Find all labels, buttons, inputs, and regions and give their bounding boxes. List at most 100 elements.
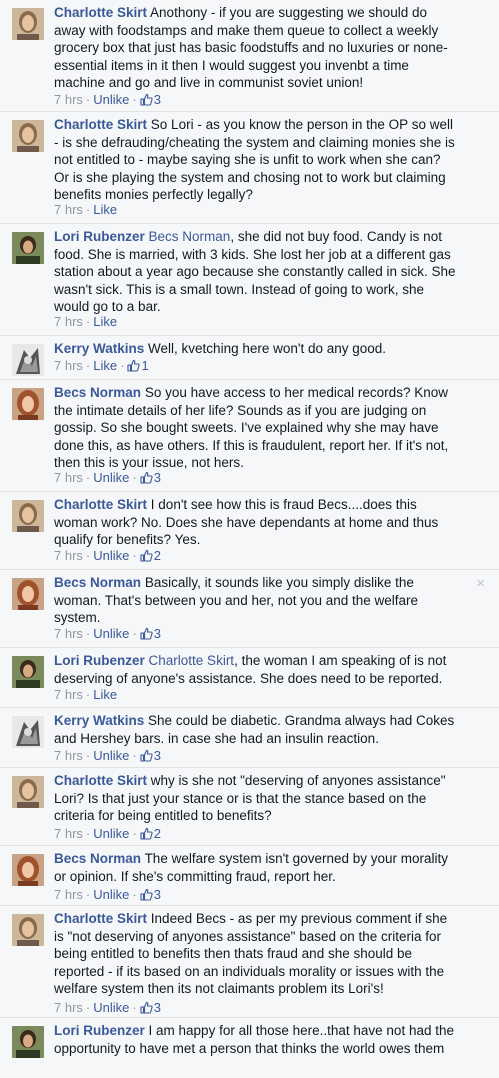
- like-count[interactable]: 3: [140, 748, 161, 763]
- separator-dot: ·: [132, 548, 137, 563]
- comment-item: Becs Norman So you have access to her me…: [0, 380, 499, 492]
- avatar[interactable]: [12, 500, 44, 532]
- timestamp[interactable]: 7 hrs: [54, 887, 83, 902]
- comment-meta: 7 hrs · Like: [54, 687, 117, 703]
- avatar[interactable]: [12, 656, 44, 688]
- avatar[interactable]: [12, 1026, 44, 1058]
- timestamp[interactable]: 7 hrs: [54, 92, 83, 107]
- comment-meta: 7 hrs · Unlike · 3: [54, 1000, 161, 1016]
- timestamp[interactable]: 7 hrs: [54, 1000, 83, 1015]
- timestamp[interactable]: 7 hrs: [54, 687, 83, 702]
- comment-text-line: or opinion. If she's committing fraud, r…: [54, 868, 336, 884]
- comment-author-link[interactable]: Becs Norman: [54, 851, 141, 866]
- comment-author-link[interactable]: Becs Norman: [54, 575, 141, 590]
- comment-text-line: system.: [54, 610, 101, 626]
- avatar[interactable]: [12, 344, 44, 376]
- comment-author-link[interactable]: Becs Norman: [54, 385, 141, 400]
- timestamp[interactable]: 7 hrs: [54, 358, 83, 373]
- timestamp[interactable]: 7 hrs: [54, 202, 83, 217]
- like-link[interactable]: Like: [93, 202, 117, 217]
- comment-author-link[interactable]: Charlotte Skirt: [54, 911, 147, 926]
- comment-text-line: machine and go and live in communist sov…: [54, 75, 364, 91]
- comment-item: Charlotte Skirt I don't see how this is …: [0, 492, 499, 570]
- timestamp[interactable]: 7 hrs: [54, 548, 83, 563]
- comment-body: Kerry Watkins She could be diabetic. Gra…: [54, 712, 483, 747]
- like-count[interactable]: 3: [140, 470, 161, 485]
- avatar[interactable]: [12, 120, 44, 152]
- like-count[interactable]: 2: [140, 548, 161, 563]
- thumbs-up-icon: [140, 888, 153, 901]
- avatar[interactable]: [12, 232, 44, 264]
- timestamp[interactable]: 7 hrs: [54, 470, 83, 485]
- comment-author-link[interactable]: Kerry Watkins: [54, 713, 144, 728]
- unlike-link[interactable]: Unlike: [93, 887, 129, 902]
- unlike-link[interactable]: Unlike: [93, 626, 129, 641]
- unlike-link[interactable]: Unlike: [93, 470, 129, 485]
- unlike-link[interactable]: Unlike: [93, 826, 129, 841]
- comment-text-line: So you have access to her medical record…: [144, 385, 448, 400]
- separator-dot: ·: [85, 548, 91, 563]
- comment-body: Lori Rubenzer Becs Norman, she did not b…: [54, 228, 483, 316]
- separator-dot: ·: [85, 626, 91, 641]
- unlike-link[interactable]: Unlike: [93, 748, 129, 763]
- comment-body: Becs Norman The welfare system isn't gov…: [54, 850, 483, 885]
- comment-text-line: So Lori - as you know the person in the …: [150, 117, 453, 132]
- separator-dot: ·: [85, 687, 91, 702]
- comment-body: Lori Rubenzer I am happy for all those h…: [54, 1022, 483, 1057]
- comment-text-line: qualify for benefits? Yes.: [54, 532, 201, 548]
- comment-item: Charlotte Skirt So Lori - as you know th…: [0, 112, 499, 224]
- timestamp[interactable]: 7 hrs: [54, 314, 83, 329]
- like-count[interactable]: 3: [140, 92, 161, 107]
- thumbs-up-icon: [127, 359, 141, 372]
- avatar[interactable]: [12, 8, 44, 40]
- avatar[interactable]: [12, 388, 44, 420]
- comment-text-line: grocery box that just has basic foodstuf…: [54, 40, 448, 56]
- comment-author-link[interactable]: Lori Rubenzer: [54, 653, 145, 668]
- comment-author-link[interactable]: Charlotte Skirt: [54, 117, 147, 132]
- mention-link[interactable]: Charlotte Skirt: [149, 653, 235, 668]
- comment-body: Lori Rubenzer Charlotte Skirt, the woman…: [54, 652, 483, 687]
- comment-author-link[interactable]: Kerry Watkins: [54, 341, 144, 356]
- like-count-number: 2: [153, 826, 161, 841]
- like-count-number: 2: [153, 548, 161, 563]
- separator-dot: ·: [132, 748, 137, 763]
- avatar[interactable]: [12, 776, 44, 808]
- thumbs-up-icon: [140, 1001, 153, 1014]
- like-count[interactable]: 2: [140, 826, 161, 841]
- avatar[interactable]: [12, 854, 44, 886]
- close-icon[interactable]: ×: [476, 576, 485, 591]
- comment-text-line: wasn't sick. This is a small town. Inste…: [54, 281, 424, 297]
- comment-author-link[interactable]: Charlotte Skirt: [54, 773, 147, 788]
- avatar[interactable]: [12, 716, 44, 748]
- comment-text-line: woman work? No. Does she have dependants…: [54, 514, 439, 530]
- mention-link[interactable]: Becs Norman: [149, 229, 231, 244]
- comment-item: Charlotte Skirt why is she not "deservin…: [0, 768, 499, 846]
- timestamp[interactable]: 7 hrs: [54, 626, 83, 641]
- unlike-link[interactable]: Unlike: [93, 92, 129, 107]
- like-count[interactable]: 3: [140, 887, 161, 902]
- comment-text-line: deserving of anyone's assistance. She do…: [54, 670, 443, 686]
- like-link[interactable]: Like: [93, 358, 117, 373]
- comment-text-line: then this is your issue, not hers.: [54, 455, 244, 471]
- like-link[interactable]: Like: [93, 314, 117, 329]
- comment-text-line: I don't see how this is fraud Becs....do…: [150, 497, 417, 512]
- comment-author-link[interactable]: Charlotte Skirt: [54, 5, 147, 20]
- like-link[interactable]: Like: [93, 687, 117, 702]
- separator-dot: ·: [132, 92, 137, 107]
- comment-item: Lori Rubenzer Becs Norman, she did not b…: [0, 224, 499, 336]
- unlike-link[interactable]: Unlike: [93, 1000, 129, 1015]
- comment-author-link[interactable]: Lori Rubenzer: [54, 1023, 145, 1038]
- separator-dot: ·: [132, 626, 137, 641]
- avatar[interactable]: [12, 578, 44, 610]
- like-count[interactable]: 3: [140, 1000, 161, 1015]
- comment-author-link[interactable]: Lori Rubenzer: [54, 229, 145, 244]
- like-count[interactable]: 1: [127, 358, 149, 373]
- comment-text-line: opportunity to have met a person that th…: [54, 1040, 445, 1056]
- timestamp[interactable]: 7 hrs: [54, 826, 83, 841]
- comment-item: Charlotte Skirt Indeed Becs - as per my …: [0, 906, 499, 1018]
- avatar[interactable]: [12, 914, 44, 946]
- unlike-link[interactable]: Unlike: [93, 548, 129, 563]
- like-count[interactable]: 3: [140, 626, 161, 641]
- comment-author-link[interactable]: Charlotte Skirt: [54, 497, 147, 512]
- timestamp[interactable]: 7 hrs: [54, 748, 83, 763]
